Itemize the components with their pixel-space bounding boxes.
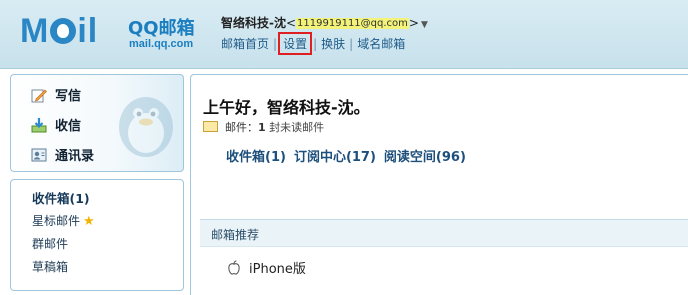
- penguin-logo-icon: [50, 18, 77, 44]
- email-bracket-open: <: [285, 16, 297, 30]
- compose-button[interactable]: 写信: [31, 85, 81, 104]
- nav-separator: |: [273, 37, 278, 51]
- inbox-download-icon: [31, 118, 47, 133]
- email-bracket-close: >: [408, 16, 419, 30]
- top-header: Mil QQ邮箱 mail.qq.com 智络科技-沈<1119919111@q…: [0, 0, 688, 69]
- sidebar-item-starred[interactable]: 星标邮件 ★: [32, 212, 95, 229]
- sidebar-actions-panel: 写信 收信 通讯录: [10, 74, 184, 172]
- user-account[interactable]: 智络科技-沈<1119919111@qq.com> ▼: [221, 14, 428, 31]
- nav-separator: |: [349, 37, 354, 51]
- nav-separator: |: [313, 37, 318, 51]
- nav-mail-home[interactable]: 邮箱首页: [221, 37, 269, 51]
- user-name: 智络科技-沈: [221, 16, 286, 30]
- quick-link-subscriptions[interactable]: 订阅中心(17): [294, 150, 376, 165]
- apple-icon: [228, 260, 240, 275]
- unread-summary: 邮件：1 封未读邮件: [203, 119, 324, 135]
- receive-button[interactable]: 收信: [31, 115, 81, 134]
- pencil-icon: [31, 89, 47, 103]
- brand-name: QQ邮箱: [128, 18, 195, 39]
- envelope-icon: [203, 121, 218, 132]
- qq-mail-logo[interactable]: Mil: [20, 12, 98, 51]
- address-book-icon: [31, 148, 47, 162]
- sidebar-folders-panel: 收件箱(1) 星标邮件 ★ 群邮件 草稿箱: [10, 179, 184, 291]
- compose-label: 写信: [55, 89, 82, 104]
- unread-count: 1: [258, 121, 266, 134]
- user-email: 1119919111@qq.com: [296, 18, 409, 29]
- settings-highlight-box: 设置: [278, 32, 313, 55]
- mail-label: 邮件：: [225, 121, 258, 134]
- contacts-button[interactable]: 通讯录: [31, 145, 94, 164]
- nav-settings[interactable]: 设置: [283, 37, 307, 51]
- unread-mail-link[interactable]: 封未读邮件: [269, 121, 324, 134]
- nav-change-skin[interactable]: 换肤: [321, 37, 345, 51]
- recommend-title: 邮箱推荐: [211, 228, 260, 242]
- contacts-label: 通讯录: [55, 149, 95, 164]
- sidebar-item-drafts[interactable]: 草稿箱: [32, 258, 68, 275]
- account-dropdown-icon[interactable]: ▼: [421, 20, 428, 30]
- receive-label: 收信: [55, 119, 82, 134]
- quick-links: 收件箱(1) 订阅中心(17) 阅读空间(96): [226, 146, 474, 165]
- brand-url: mail.qq.com: [129, 38, 194, 50]
- greeting-text: 上午好，智络科技-沈。: [203, 98, 370, 117]
- nav-domain-mail[interactable]: 域名邮箱: [357, 37, 405, 51]
- top-nav: 邮箱首页 | 设置 | 换肤 | 域名邮箱: [221, 32, 405, 55]
- penguin-watermark-icon: [119, 97, 173, 157]
- sidebar-item-group-mail[interactable]: 群邮件: [32, 235, 68, 252]
- quick-link-inbox[interactable]: 收件箱(1): [226, 150, 286, 165]
- iphone-app-label: iPhone版: [249, 262, 306, 277]
- star-icon: ★: [83, 214, 95, 229]
- recommend-section-header: 邮箱推荐: [200, 219, 688, 247]
- iphone-app-link[interactable]: iPhone版: [227, 258, 306, 277]
- quick-link-reading-space[interactable]: 阅读空间(96): [384, 150, 466, 165]
- starred-label: 星标邮件: [32, 214, 81, 228]
- sidebar-item-inbox[interactable]: 收件箱(1): [32, 188, 90, 207]
